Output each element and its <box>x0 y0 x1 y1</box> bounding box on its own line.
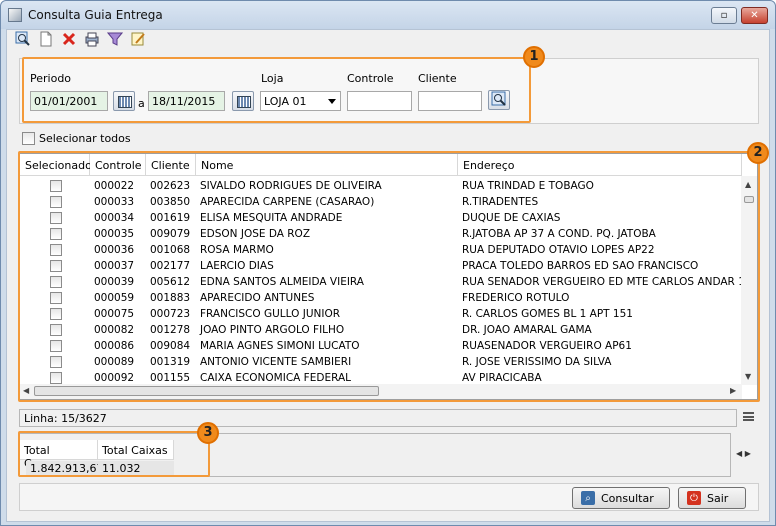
new-document-icon[interactable] <box>38 31 54 47</box>
search-icon: ⌕ <box>581 491 595 505</box>
magnifier-icon <box>491 91 506 106</box>
chevron-down-icon <box>328 99 336 104</box>
minimize-button[interactable]: ▫ <box>711 7 737 24</box>
cliente-search-button[interactable] <box>488 90 510 110</box>
badge-2: 2 <box>747 142 769 164</box>
title-bar: Consulta Guia Entrega ▫ ✕ <box>1 1 775 29</box>
select-all-label: Selecionar todos <box>39 132 131 145</box>
date-to-field[interactable]: 18/11/2015 <box>148 91 225 111</box>
badge-1: 1 <box>523 46 545 68</box>
search-icon[interactable] <box>15 31 31 47</box>
sair-button[interactable]: ⏻ Sair <box>678 487 746 509</box>
toolbar <box>15 31 146 51</box>
print-icon[interactable] <box>84 31 100 47</box>
loja-select-value: LOJA 01 <box>264 95 307 108</box>
loja-select[interactable]: LOJA 01 <box>260 91 341 111</box>
periodo-label: Periodo <box>30 72 72 85</box>
app-icon <box>8 8 22 22</box>
controle-field[interactable] <box>347 91 412 111</box>
calendar-from-icon[interactable] <box>113 91 135 111</box>
select-all-checkbox[interactable] <box>22 132 35 145</box>
grid-highlight <box>18 151 760 402</box>
window-title: Consulta Guia Entrega <box>28 8 163 22</box>
consultar-label: Consultar <box>601 491 654 505</box>
loja-label: Loja <box>261 72 284 85</box>
power-icon: ⏻ <box>687 491 701 505</box>
cliente-label: Cliente <box>418 72 457 85</box>
sair-label: Sair <box>707 491 729 505</box>
delete-icon[interactable] <box>61 31 77 47</box>
close-button[interactable]: ✕ <box>741 7 768 24</box>
date-range-separator: a <box>138 97 145 110</box>
filter-highlight <box>22 57 531 123</box>
status-bar: Linha: 15/3627 <box>19 409 737 427</box>
date-from-field[interactable]: 01/01/2001 <box>30 91 108 111</box>
consultar-button[interactable]: ⌕ Consultar <box>572 487 670 509</box>
calendar-to-icon[interactable] <box>232 91 254 111</box>
totals-scroll-arrows[interactable]: ◀ ▶ <box>736 449 751 458</box>
app-window: Consulta Guia Entrega ▫ ✕ 1 Periodo 01/0… <box>0 0 776 526</box>
filter-icon[interactable] <box>107 31 123 47</box>
menu-icon[interactable] <box>743 412 754 421</box>
linha-counter: Linha: 15/3627 <box>24 412 107 425</box>
cliente-field[interactable] <box>418 91 482 111</box>
badge-3: 3 <box>197 422 219 444</box>
edit-icon[interactable] <box>130 31 146 47</box>
controle-label: Controle <box>347 72 394 85</box>
totals-highlight <box>18 431 210 477</box>
